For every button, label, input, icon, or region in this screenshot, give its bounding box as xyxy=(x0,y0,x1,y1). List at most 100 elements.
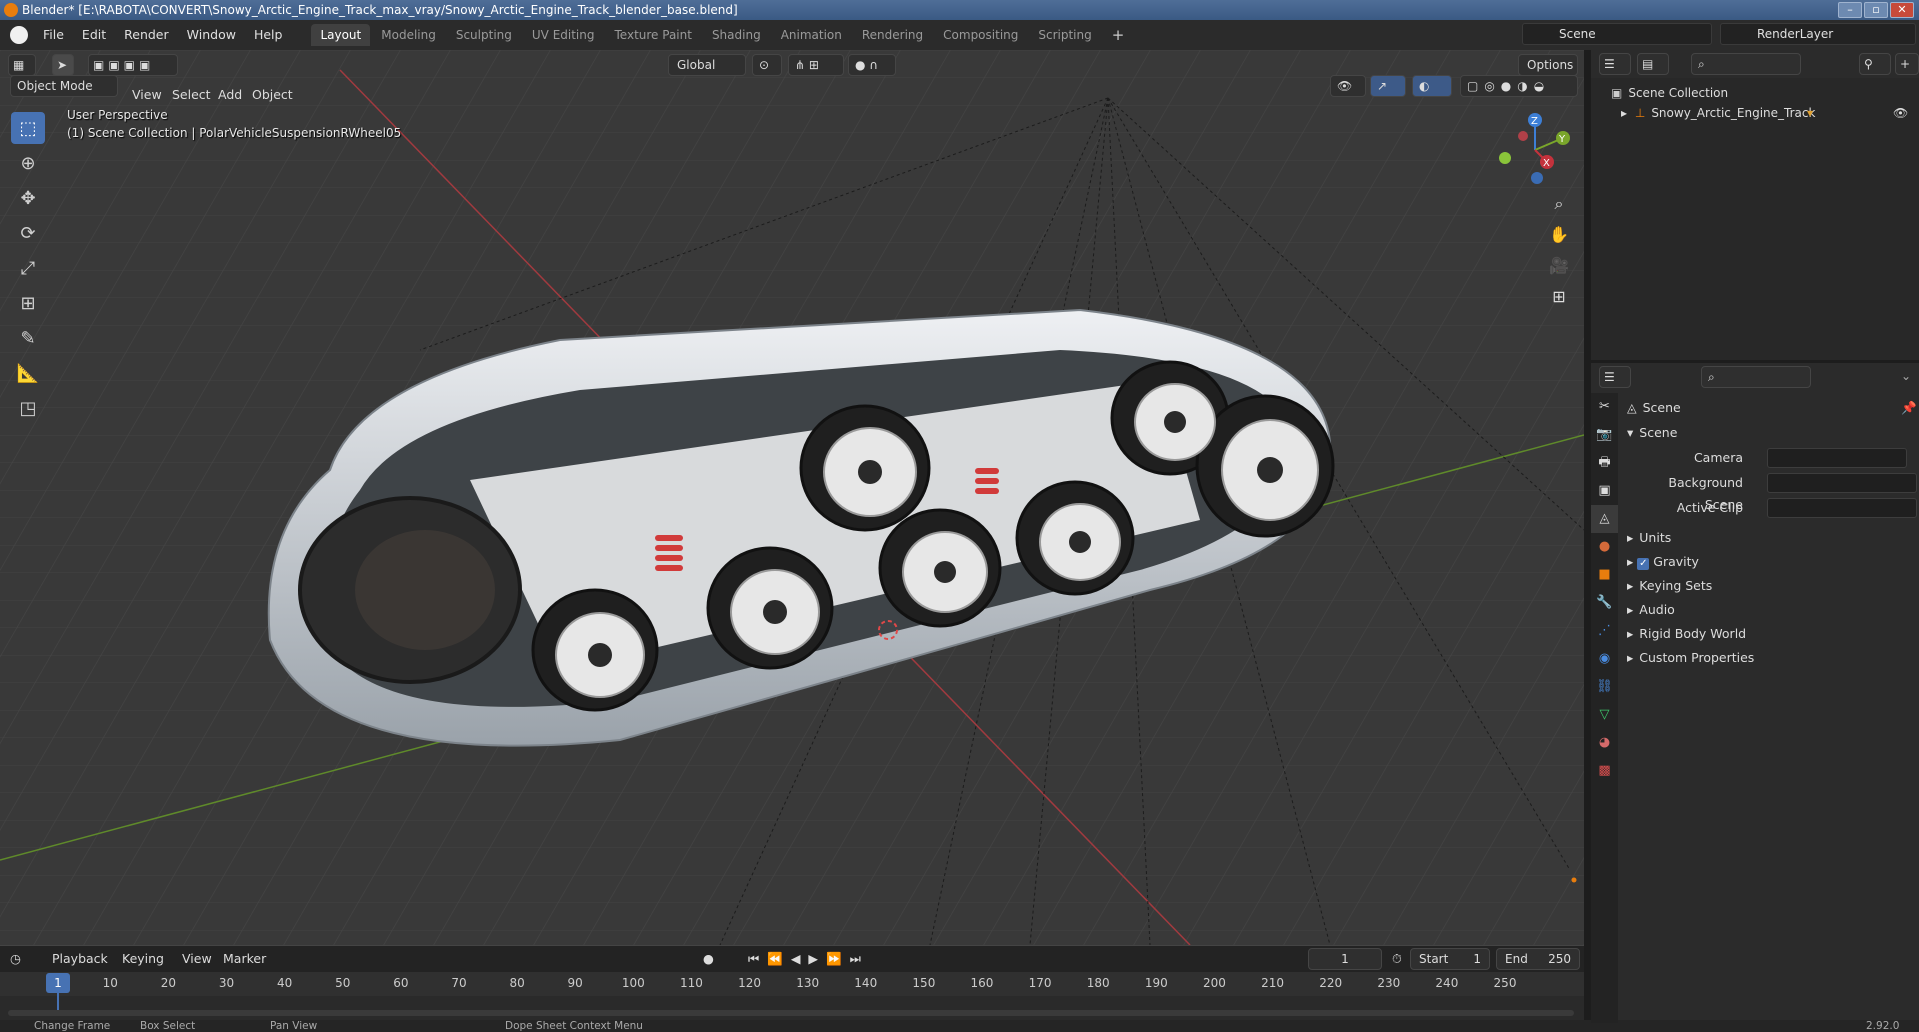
overlay-toggle-icon[interactable]: ◐ xyxy=(1412,75,1452,97)
proportional-edit-icon[interactable]: ● ∩ xyxy=(848,54,896,76)
camera-field[interactable] xyxy=(1767,448,1907,468)
material-tab-icon[interactable]: ◕ xyxy=(1591,729,1618,757)
scene-tab-icon[interactable]: ◬ xyxy=(1591,505,1618,533)
audio-panel-header[interactable]: ▸ Audio xyxy=(1627,599,1917,621)
minimize-button[interactable]: – xyxy=(1838,2,1862,18)
cursor-tool-icon[interactable]: ⊕ xyxy=(11,147,45,179)
timeline-editor[interactable]: ◷ Playback Keying View Marker ● ⏮⏪◀▶⏩⏭ 1… xyxy=(0,945,1584,1020)
camera-view-icon[interactable]: 🎥 xyxy=(1545,252,1573,280)
zoom-icon[interactable]: ⌕ xyxy=(1545,190,1573,218)
tab-texture-paint[interactable]: Texture Paint xyxy=(606,24,701,46)
world-tab-icon[interactable]: ● xyxy=(1591,533,1618,561)
scene-collection-row[interactable]: ▣ Scene Collection xyxy=(1611,86,1728,100)
tool-tab-icon[interactable]: ✂ xyxy=(1591,393,1618,421)
visibility-eye-icon[interactable]: 👁 xyxy=(1893,106,1908,120)
active-clip-field[interactable] xyxy=(1767,498,1917,518)
tab-layout[interactable]: Layout xyxy=(311,24,371,46)
menu-render[interactable]: Render xyxy=(115,20,178,50)
tab-sculpting[interactable]: Sculpting xyxy=(447,24,521,46)
viewport-menu-add[interactable]: Add xyxy=(218,87,242,102)
light-object[interactable] xyxy=(1571,877,1577,883)
outliner-search-input[interactable]: ⌕ xyxy=(1691,53,1801,75)
properties-options-icon[interactable]: ⌄ xyxy=(1901,369,1911,383)
visibility-icon[interactable]: 👁 xyxy=(1330,75,1366,97)
pan-hand-icon[interactable]: ✋ xyxy=(1545,221,1573,249)
blender-menu-icon[interactable] xyxy=(10,26,28,44)
select-tool-icon[interactable]: ➤ xyxy=(52,54,74,76)
navigation-gizmo[interactable]: Z Y X xyxy=(1495,110,1575,190)
timeline-menu-marker[interactable]: Marker xyxy=(223,951,266,966)
current-frame-field[interactable]: 1 xyxy=(1308,948,1382,970)
options-dropdown[interactable]: Options xyxy=(1518,54,1578,76)
playback-controls[interactable]: ⏮⏪◀▶⏩⏭ xyxy=(748,951,869,967)
menu-help[interactable]: Help xyxy=(245,20,292,50)
record-icon[interactable]: ● xyxy=(703,951,714,966)
timeline-menu-keying[interactable]: Keying xyxy=(122,951,164,966)
scale-tool-icon[interactable]: ⤢ xyxy=(11,252,45,284)
start-frame-field[interactable]: Start 1 xyxy=(1410,948,1490,970)
properties-search-input[interactable]: ⌕ xyxy=(1701,366,1811,388)
rotate-tool-icon[interactable]: ⟳ xyxy=(11,217,45,249)
add-cube-tool-icon[interactable]: ◳ xyxy=(11,392,45,424)
constraints-tab-icon[interactable]: ⛓ xyxy=(1591,673,1618,701)
viewport-menu-object[interactable]: Object xyxy=(252,87,293,102)
physics-tab-icon[interactable]: ◉ xyxy=(1591,645,1618,673)
tab-uv-editing[interactable]: UV Editing xyxy=(523,24,604,46)
expand-arrow-icon[interactable]: ▸ xyxy=(1621,106,1627,120)
timeline-editor-type-icon[interactable]: ◷ xyxy=(10,951,21,966)
shading-mode-buttons[interactable]: ▢◎●◑◒ xyxy=(1460,75,1578,97)
gravity-panel-header[interactable]: ▸ ✓ Gravity xyxy=(1627,551,1917,573)
background-scene-field[interactable] xyxy=(1767,473,1917,493)
timeline-ruler[interactable]: 1102030405060708090100110120130140150160… xyxy=(0,972,1584,996)
close-button[interactable]: ✕ xyxy=(1890,2,1914,18)
transform-tool-icon[interactable]: ⊞ xyxy=(11,287,45,319)
output-tab-icon[interactable]: 🖶 xyxy=(1591,449,1618,477)
move-tool-icon[interactable]: ✥ xyxy=(11,182,45,214)
keying-sets-panel-header[interactable]: ▸ Keying Sets xyxy=(1627,575,1917,597)
selection-mode-buttons[interactable]: ▣▣▣▣ xyxy=(88,54,178,76)
filter-icon[interactable]: ⚲ xyxy=(1859,53,1891,75)
timeline-menu-playback[interactable]: Playback xyxy=(52,951,108,966)
select-box-tool-icon[interactable]: ⬚ xyxy=(11,112,45,144)
stopwatch-icon[interactable]: ⏱ xyxy=(1392,951,1402,967)
menu-file[interactable]: File xyxy=(34,20,73,50)
pin-icon[interactable]: 📌 xyxy=(1901,397,1917,419)
timeline-menu-view[interactable]: View xyxy=(182,951,212,966)
outliner-editor-type-icon[interactable]: ☰ xyxy=(1599,53,1631,75)
measure-tool-icon[interactable]: 📐 xyxy=(11,357,45,389)
particles-tab-icon[interactable]: ⋰ xyxy=(1591,617,1618,645)
menu-window[interactable]: Window xyxy=(178,20,245,50)
tab-modeling[interactable]: Modeling xyxy=(372,24,445,46)
custom-properties-panel-header[interactable]: ▸ Custom Properties xyxy=(1627,647,1917,669)
ortho-grid-icon[interactable]: ⊞ xyxy=(1545,283,1573,311)
viewport-menu-select[interactable]: Select xyxy=(172,87,211,102)
annotate-tool-icon[interactable]: ✎ xyxy=(11,322,45,354)
outliner-item-row[interactable]: ▸ ⊥ Snowy_Arctic_Engine_Track ▾ 👁 xyxy=(1621,106,1911,120)
tab-compositing[interactable]: Compositing xyxy=(934,24,1027,46)
units-panel-header[interactable]: ▸ Units xyxy=(1627,527,1917,549)
scene-panel-header[interactable]: ▾ Scene xyxy=(1627,422,1917,444)
outliner-editor[interactable]: ☰ ▤ ⌕ ⚲ + ▣ Scene Collection ▸ ⊥ Snowy_Arc… xyxy=(1588,50,1919,360)
snap-icon[interactable]: ⋔ ⊞ xyxy=(788,54,844,76)
playhead[interactable]: 1 xyxy=(46,973,70,993)
properties-editor[interactable]: ☰ ⌕ ⌄ ✂ 📷 🖶 ▣ ◬ ● ■ 🔧 ⋰ ◉ ⛓ ▽ ◕ ▩ ◬ Scene… xyxy=(1588,360,1919,1023)
maximize-button[interactable]: ▫ xyxy=(1864,2,1888,18)
render-tab-icon[interactable]: 📷 xyxy=(1591,421,1618,449)
data-tab-icon[interactable]: ▽ xyxy=(1591,701,1618,729)
tab-shading[interactable]: Shading xyxy=(703,24,770,46)
properties-editor-type-icon[interactable]: ☰ xyxy=(1599,366,1631,388)
view-layer-tab-icon[interactable]: ▣ xyxy=(1591,477,1618,505)
object-mode-dropdown[interactable]: Object Mode xyxy=(10,75,118,97)
gizmo-toggle-icon[interactable]: ↗ xyxy=(1370,75,1406,97)
editor-type-icon[interactable]: ▦ xyxy=(8,54,36,76)
tab-scripting[interactable]: Scripting xyxy=(1029,24,1100,46)
modifier-tab-icon[interactable]: 🔧 xyxy=(1591,589,1618,617)
timeline-scrollbar[interactable] xyxy=(8,1010,1574,1016)
texture-tab-icon[interactable]: ▩ xyxy=(1591,757,1618,785)
tab-rendering[interactable]: Rendering xyxy=(853,24,932,46)
render-layer-selector[interactable]: RenderLayer xyxy=(1720,23,1916,45)
viewport-menu-view[interactable]: View xyxy=(132,87,162,102)
tab-animation[interactable]: Animation xyxy=(772,24,851,46)
gravity-checkbox[interactable]: ✓ xyxy=(1637,558,1650,570)
rigid-body-world-panel-header[interactable]: ▸ Rigid Body World xyxy=(1627,623,1917,645)
